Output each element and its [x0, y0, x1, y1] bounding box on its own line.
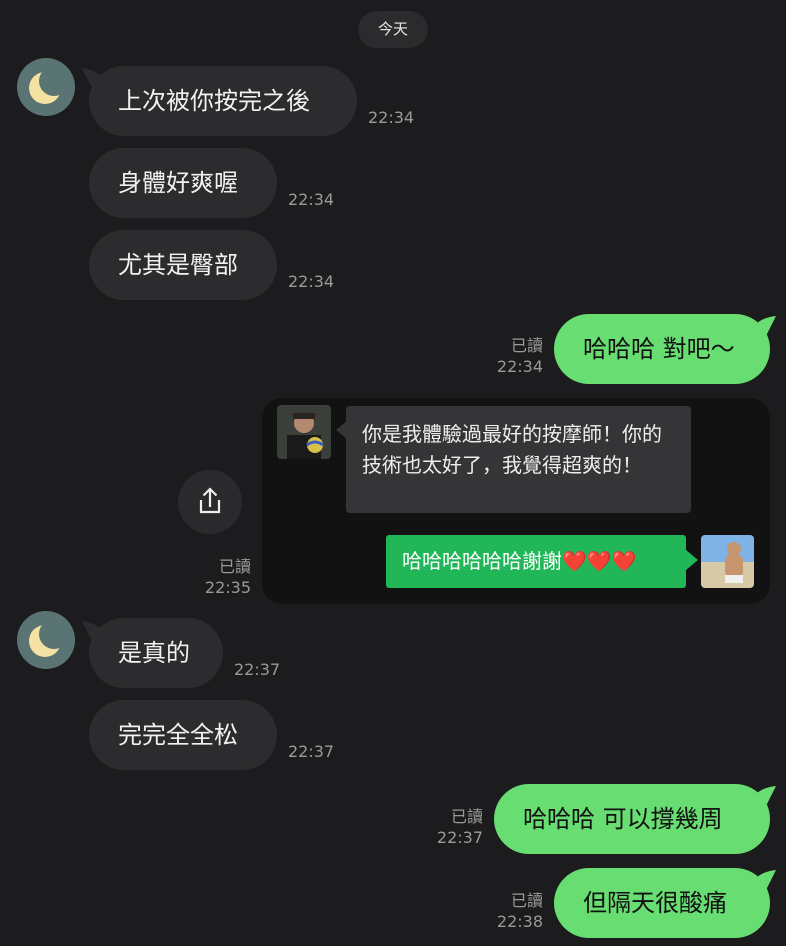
- share-button[interactable]: [178, 470, 242, 534]
- read-label: 已讀: [218, 557, 251, 576]
- message-time: 22:37: [234, 660, 281, 679]
- moon-icon: [29, 619, 69, 657]
- bubble-tail: [748, 786, 776, 810]
- message-bubble-incoming[interactable]: 完完全全松: [89, 700, 277, 770]
- message-bubble-outgoing[interactable]: 哈哈哈 對吧～: [554, 314, 770, 384]
- message-time: 22:34: [496, 357, 543, 376]
- message-bubble-incoming[interactable]: 是真的: [89, 618, 223, 688]
- message-bubble-incoming[interactable]: 身體好爽喔: [89, 148, 277, 218]
- read-label: 已讀: [510, 336, 543, 355]
- heart-icon: ❤️❤️❤️: [562, 549, 637, 573]
- read-label: 已讀: [450, 807, 483, 826]
- share-icon: [199, 487, 221, 514]
- bubble-tail: [686, 550, 698, 570]
- read-label: 已讀: [510, 891, 543, 910]
- bubble-tail: [748, 870, 776, 894]
- card-quote-bubble: 你是我體驗過最好的按摩師！你的技術也太好了，我覺得超爽的！: [346, 406, 691, 513]
- message-bubble-outgoing[interactable]: 但隔天很酸痛: [554, 868, 770, 938]
- read-status: 已讀 22:38: [470, 890, 543, 932]
- date-separator: 今天: [358, 11, 428, 48]
- read-status: 已讀 22:37: [410, 806, 483, 848]
- read-status: 已讀 22:34: [470, 335, 543, 377]
- moon-icon: [29, 66, 69, 104]
- contact-avatar[interactable]: [17, 58, 75, 116]
- contact-avatar[interactable]: [17, 611, 75, 669]
- card-reply-bubble: 哈哈哈哈哈哈謝謝❤️❤️❤️: [386, 535, 686, 588]
- message-time: 22:34: [368, 108, 415, 127]
- message-bubble-incoming[interactable]: 上次被你按完之後: [89, 66, 357, 136]
- message-time: 22:38: [496, 912, 543, 931]
- message-bubble-incoming[interactable]: 尤其是臀部: [89, 230, 277, 300]
- message-time: 22:34: [288, 272, 335, 291]
- card-avatar-left: [277, 405, 331, 459]
- card-avatar-right: [701, 535, 754, 588]
- bubble-tail: [336, 420, 348, 440]
- message-time: 22:35: [204, 578, 251, 597]
- message-time: 22:34: [288, 190, 335, 209]
- read-status: 已讀 22:35: [178, 556, 251, 598]
- message-time: 22:37: [288, 742, 335, 761]
- bubble-tail: [748, 316, 776, 340]
- message-time: 22:37: [436, 828, 483, 847]
- card-reply-text: 哈哈哈哈哈哈謝謝: [402, 549, 562, 573]
- message-bubble-outgoing[interactable]: 哈哈哈 可以撐幾周: [494, 784, 770, 854]
